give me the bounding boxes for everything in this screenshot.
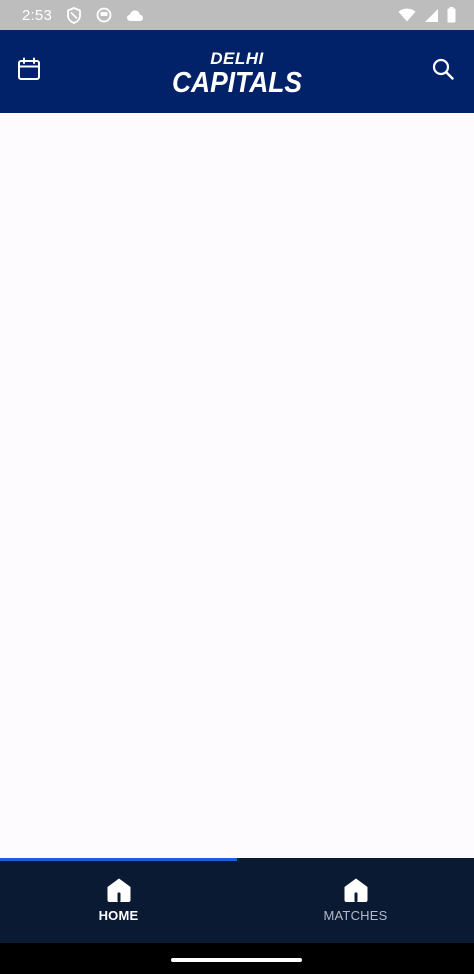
- delhi-capitals-logo: DELHI CAPITALS: [170, 48, 304, 99]
- status-bar: 2:53: [0, 0, 474, 30]
- nav-item-matches[interactable]: MATCHES: [237, 861, 474, 943]
- home-icon: [342, 877, 370, 903]
- vpn-shield-icon: [66, 6, 82, 24]
- status-time: 2:53: [22, 6, 52, 24]
- home-icon: [105, 877, 133, 903]
- nav-item-home[interactable]: HOME: [0, 861, 237, 943]
- battery-icon: [447, 7, 456, 23]
- content-area: [0, 113, 474, 858]
- cloud-icon: [126, 9, 144, 22]
- app-header: DELHI CAPITALS: [0, 30, 474, 113]
- gesture-handle[interactable]: [171, 958, 302, 962]
- status-right-icons: [398, 7, 456, 23]
- signal-icon: [424, 8, 439, 23]
- app-notification-icon: [96, 7, 112, 23]
- status-left-icons: [66, 6, 144, 24]
- calendar-icon: [17, 57, 41, 86]
- bottom-nav: HOME MATCHES: [0, 861, 474, 943]
- calendar-button[interactable]: [12, 54, 46, 88]
- search-button[interactable]: [426, 54, 460, 88]
- nav-label-home: HOME: [98, 908, 139, 923]
- search-icon: [432, 58, 454, 85]
- wifi-icon: [398, 8, 416, 22]
- gesture-area: [0, 943, 474, 974]
- logo-line1: DELHI: [210, 49, 264, 68]
- logo-line2: CAPITALS: [172, 67, 303, 96]
- nav-label-matches: MATCHES: [323, 908, 388, 923]
